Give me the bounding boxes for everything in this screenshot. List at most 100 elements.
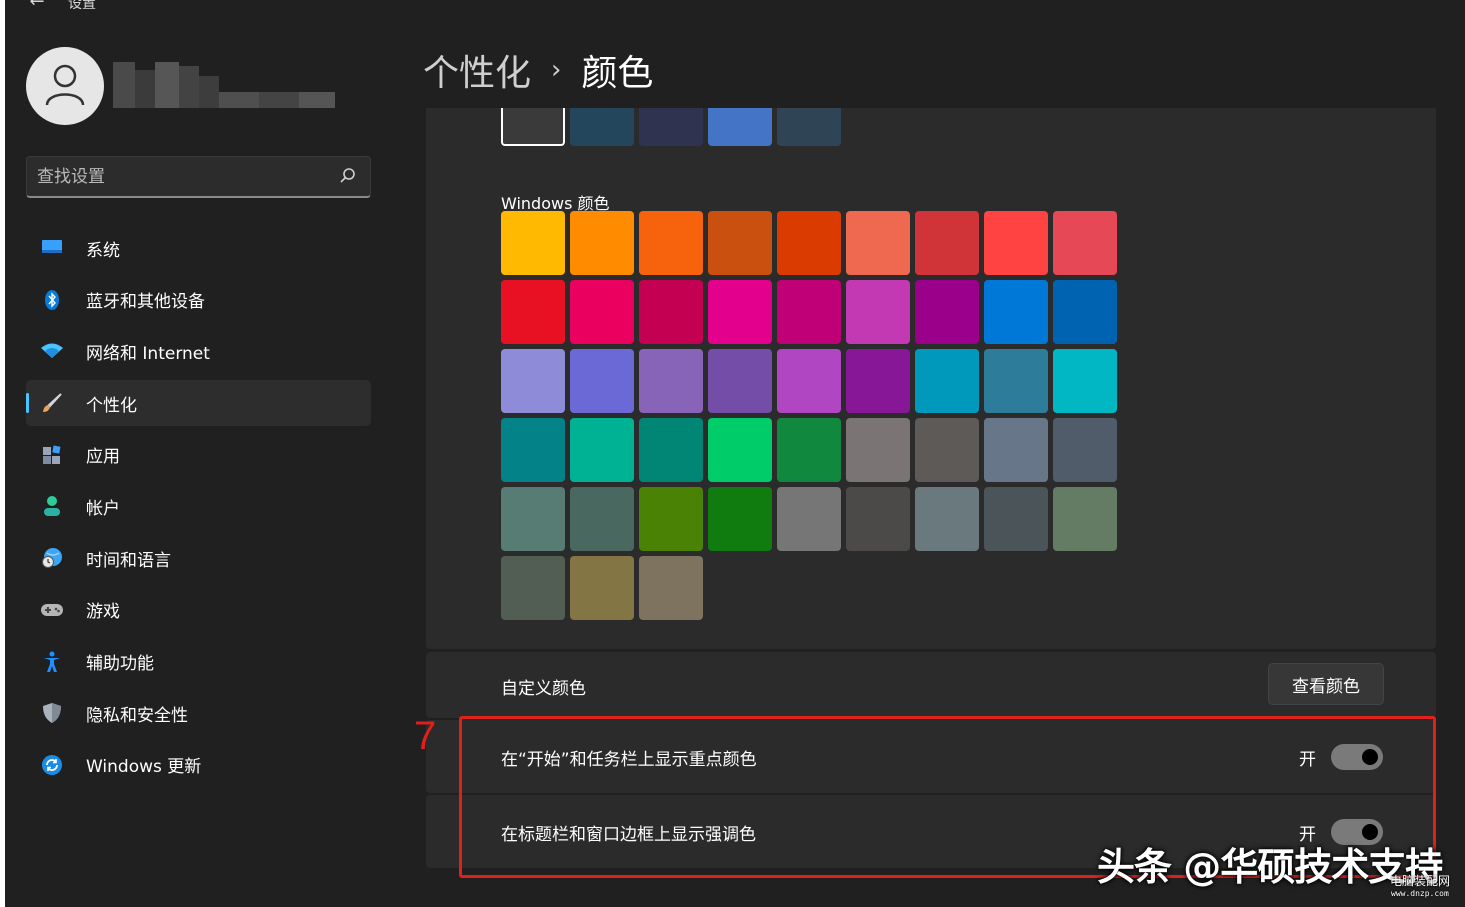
color-swatch[interactable] [639, 418, 703, 482]
color-swatch[interactable] [846, 280, 910, 344]
sidebar-item-system[interactable]: 系统 [26, 225, 371, 271]
sidebar-item-accessibility[interactable]: 辅助功能 [26, 639, 371, 685]
color-swatch[interactable] [1053, 487, 1117, 551]
recent-color-swatch[interactable] [639, 108, 703, 146]
color-swatch[interactable] [708, 349, 772, 413]
wifi-icon [40, 339, 64, 363]
gamepad-icon [40, 598, 64, 622]
user-icon [45, 64, 85, 106]
color-swatch[interactable] [846, 487, 910, 551]
color-swatch[interactable] [570, 556, 634, 620]
color-swatch[interactable] [777, 349, 841, 413]
color-swatch[interactable] [915, 211, 979, 275]
sidebar-item-network[interactable]: 网络和 Internet [26, 328, 371, 374]
color-swatch[interactable] [708, 418, 772, 482]
bluetooth-icon [40, 288, 64, 312]
color-swatch[interactable] [777, 487, 841, 551]
accessibility-icon [40, 650, 64, 674]
sidebar-item-bluetooth[interactable]: 蓝牙和其他设备 [26, 277, 371, 323]
globe-clock-icon [40, 546, 64, 570]
site-url-watermark: www.dnzp.com [1391, 889, 1449, 898]
custom-color-label: 自定义颜色 [501, 679, 586, 699]
back-button[interactable]: ← [25, 0, 49, 14]
page-title: 颜色 [581, 53, 654, 94]
color-swatch[interactable] [570, 211, 634, 275]
sidebar-item-label: 帐户 [86, 498, 120, 519]
settings-window: ← 设置 系统 [5, 0, 1465, 907]
color-swatch[interactable] [846, 349, 910, 413]
custom-color-row: 自定义颜色 查看颜色 [426, 652, 1436, 718]
sidebar-item-accounts[interactable]: 帐户 [26, 483, 371, 529]
breadcrumb-separator: › [551, 55, 562, 85]
sidebar-item-label: 系统 [86, 240, 120, 261]
color-swatch[interactable] [501, 349, 565, 413]
sidebar-item-personalization[interactable]: 个性化 [26, 380, 371, 427]
color-swatch[interactable] [1053, 418, 1117, 482]
color-swatch[interactable] [501, 280, 565, 344]
color-swatch[interactable] [984, 280, 1048, 344]
sidebar-item-label: Windows 更新 [86, 757, 202, 778]
color-swatch[interactable] [846, 211, 910, 275]
sidebar-item-apps[interactable]: 应用 [26, 432, 371, 478]
color-swatch[interactable] [777, 211, 841, 275]
color-swatch[interactable] [708, 211, 772, 275]
color-swatch[interactable] [708, 280, 772, 344]
recent-color-swatch[interactable] [708, 108, 772, 146]
brush-icon [40, 391, 64, 415]
search-input[interactable] [37, 163, 327, 191]
color-swatch[interactable] [708, 487, 772, 551]
sidebar-item-label: 辅助功能 [86, 654, 154, 674]
color-swatch[interactable] [915, 349, 979, 413]
recent-color-swatch[interactable] [777, 108, 841, 146]
color-swatch[interactable] [639, 556, 703, 620]
sidebar-item-windows-update[interactable]: Windows 更新 [26, 742, 371, 788]
person-icon [40, 494, 64, 518]
color-swatch[interactable] [984, 349, 1048, 413]
color-swatch[interactable] [915, 418, 979, 482]
breadcrumb-parent[interactable]: 个性化 [423, 44, 531, 96]
color-swatch[interactable] [639, 487, 703, 551]
search-box[interactable] [26, 156, 371, 198]
color-swatch[interactable] [915, 487, 979, 551]
color-swatch[interactable] [501, 211, 565, 275]
recent-color-swatch[interactable] [570, 108, 634, 146]
color-swatch[interactable] [570, 418, 634, 482]
sidebar-item-gaming[interactable]: 游戏 [26, 587, 371, 633]
app-title: 设置 [68, 0, 96, 12]
annotation-step-number: 7 [414, 714, 437, 758]
color-swatch[interactable] [570, 487, 634, 551]
color-swatch[interactable] [570, 280, 634, 344]
color-swatch[interactable] [984, 418, 1048, 482]
color-swatch[interactable] [777, 418, 841, 482]
view-colors-button[interactable]: 查看颜色 [1268, 663, 1384, 705]
shield-icon [40, 701, 64, 725]
sidebar-item-time-language[interactable]: 时间和语言 [26, 535, 371, 581]
accent-color-panel: Windows 颜色 [426, 108, 1436, 649]
sidebar-item-label: 时间和语言 [86, 550, 171, 571]
color-swatch[interactable] [501, 556, 565, 620]
color-swatch[interactable] [1053, 280, 1117, 344]
color-swatch[interactable] [639, 211, 703, 275]
color-swatch[interactable] [639, 280, 703, 344]
sidebar-item-label: 蓝牙和其他设备 [86, 292, 205, 313]
color-swatch[interactable] [846, 418, 910, 482]
avatar[interactable] [26, 47, 104, 125]
sidebar-item-label: 网络和 Internet [86, 343, 210, 364]
color-swatch[interactable] [984, 211, 1048, 275]
site-watermark: 电脑装配网 [1390, 874, 1451, 888]
color-swatch[interactable] [1053, 211, 1117, 275]
color-swatch[interactable] [570, 349, 634, 413]
recent-color-swatch[interactable] [501, 108, 565, 146]
color-swatch[interactable] [501, 487, 565, 551]
breadcrumb: 个性化 › 颜色 [423, 44, 653, 96]
color-swatch[interactable] [777, 280, 841, 344]
color-swatch[interactable] [984, 487, 1048, 551]
sidebar-item-privacy-security[interactable]: 隐私和安全性 [26, 690, 371, 736]
search-icon[interactable] [338, 166, 358, 186]
color-swatch[interactable] [915, 280, 979, 344]
title-bar: ← 设置 [5, 0, 305, 18]
color-swatch[interactable] [501, 418, 565, 482]
color-swatch[interactable] [639, 349, 703, 413]
color-swatch[interactable] [1053, 349, 1117, 413]
sidebar-item-label: 游戏 [86, 602, 120, 623]
